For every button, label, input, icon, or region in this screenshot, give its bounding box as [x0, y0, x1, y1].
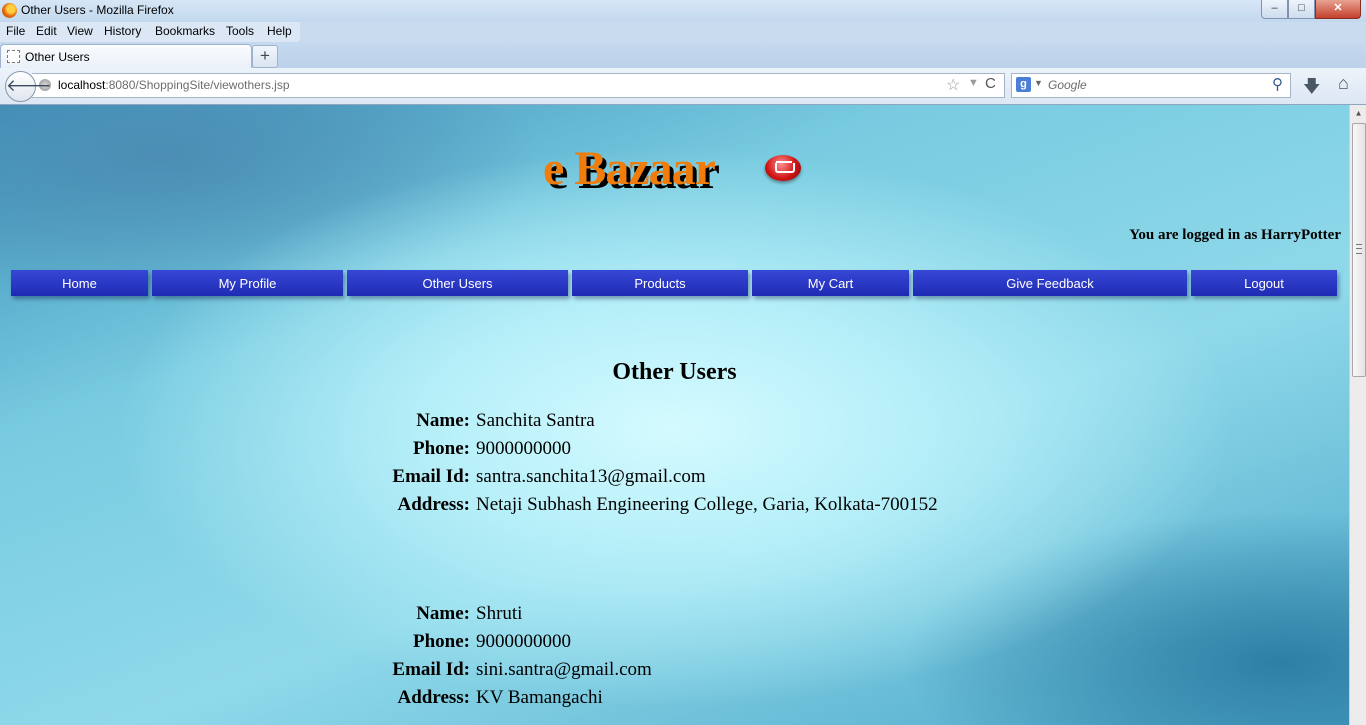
- email-label: Email Id:: [392, 466, 470, 487]
- site-logo: e Bazaar: [543, 142, 716, 195]
- menu-bar: File Edit View History Bookmarks Tools H…: [0, 22, 300, 42]
- user-address: Netaji Subhash Engineering College, Gari…: [476, 494, 938, 515]
- bookmark-star-icon[interactable]: ☆: [946, 75, 960, 95]
- menu-edit[interactable]: Edit: [36, 24, 57, 38]
- phone-label: Phone:: [413, 438, 470, 459]
- back-button[interactable]: 🡐: [5, 71, 52, 102]
- menu-history[interactable]: History: [104, 24, 141, 38]
- scroll-up-arrow-icon[interactable]: ▼: [1350, 105, 1366, 122]
- nav-logout[interactable]: Logout: [1191, 270, 1337, 296]
- page-favicon-icon: [7, 50, 20, 63]
- tab-label: Other Users: [25, 50, 90, 64]
- email-label: Email Id:: [392, 659, 470, 680]
- user-card: Name: Shruti Phone: 9000000000 Email Id: si…: [380, 603, 1080, 715]
- page-viewport: e Bazaar You are logged in as HarryPotte…: [0, 105, 1349, 725]
- firefox-logo-icon: [2, 3, 17, 18]
- history-dropdown-icon[interactable]: ▼: [968, 77, 979, 89]
- url-bar[interactable]: localhost:8080/ShoppingSite/viewothers.j…: [32, 73, 1005, 98]
- user-address: KV Bamangachi: [476, 687, 603, 708]
- new-tab-button[interactable]: +: [252, 45, 278, 68]
- tab-strip: Other Users +: [0, 42, 1366, 69]
- menu-tools[interactable]: Tools: [226, 24, 254, 38]
- nav-my-profile[interactable]: My Profile: [152, 270, 343, 296]
- nav-my-cart[interactable]: My Cart: [752, 270, 909, 296]
- name-label: Name:: [416, 410, 470, 431]
- menu-file[interactable]: File: [6, 24, 25, 38]
- login-status: You are logged in as HarryPotter: [1129, 227, 1341, 243]
- phone-label: Phone:: [413, 631, 470, 652]
- scrollbar-thumb[interactable]: [1352, 123, 1366, 377]
- search-box[interactable]: g ▼ Google ⚲: [1011, 73, 1291, 98]
- address-label: Address:: [397, 687, 471, 708]
- page-title: Other Users: [612, 359, 737, 385]
- user-email: sini.santra@gmail.com: [476, 659, 652, 680]
- download-icon[interactable]: 🡇: [1303, 74, 1320, 103]
- search-input[interactable]: Google: [1048, 78, 1087, 92]
- minimize-button[interactable]: –: [1261, 0, 1288, 19]
- user-card: Name: Sanchita Santra Phone: 9000000000 Em…: [380, 410, 1080, 522]
- user-email: santra.sanchita13@gmail.com: [476, 466, 706, 487]
- menu-bookmarks[interactable]: Bookmarks: [155, 24, 215, 38]
- search-icon[interactable]: ⚲: [1272, 75, 1283, 93]
- nav-other-users[interactable]: Other Users: [347, 270, 568, 296]
- search-engine-icon[interactable]: g: [1016, 77, 1031, 92]
- nav-give-feedback[interactable]: Give Feedback: [913, 270, 1187, 296]
- engine-dropdown-icon[interactable]: ▼: [1034, 78, 1043, 88]
- navigation-toolbar: localhost:8080/ShoppingSite/viewothers.j…: [0, 68, 1366, 105]
- nav-products[interactable]: Products: [572, 270, 748, 296]
- site-nav: Home My Profile Other Users Products My …: [0, 270, 1349, 296]
- url-text: localhost:8080/ShoppingSite/viewothers.j…: [58, 78, 290, 92]
- shopping-cart-icon: [765, 155, 801, 181]
- window-titlebar: Other Users - Mozilla Firefox – □ ✕: [0, 0, 1366, 22]
- window-title: Other Users - Mozilla Firefox: [21, 3, 174, 17]
- menu-view[interactable]: View: [67, 24, 93, 38]
- home-icon[interactable]: ⌂: [1338, 73, 1349, 94]
- user-name: Sanchita Santra: [476, 410, 595, 431]
- user-name: Shruti: [476, 603, 523, 624]
- name-label: Name:: [416, 603, 470, 624]
- maximize-button[interactable]: □: [1288, 0, 1315, 19]
- menu-help[interactable]: Help: [267, 24, 292, 38]
- close-button[interactable]: ✕: [1315, 0, 1361, 19]
- user-phone: 9000000000: [476, 438, 571, 459]
- reload-icon[interactable]: C: [985, 75, 996, 92]
- nav-home[interactable]: Home: [11, 270, 148, 296]
- scroll-grip-icon: [1356, 244, 1362, 254]
- tab-other-users[interactable]: Other Users: [0, 44, 252, 69]
- address-label: Address:: [397, 494, 471, 515]
- vertical-scrollbar[interactable]: ▼: [1349, 105, 1366, 725]
- user-phone: 9000000000: [476, 631, 571, 652]
